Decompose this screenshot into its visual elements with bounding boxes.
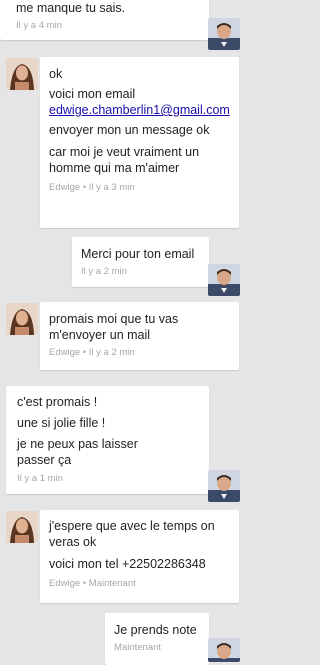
message-text: je ne peux pas laisser passer ça [17,437,138,467]
message-text: Je prends note [114,623,197,637]
message-bubble-sent: Je prends note Maintenant [105,613,209,665]
message-text: ok [49,67,63,81]
my-avatar [208,638,240,662]
message-text: Merci pour ton email [81,247,195,261]
message-meta: Maintenant [114,642,162,653]
edwige-avatar [6,303,38,335]
message-text: car moi je veut vraiment un homme qui ma… [49,145,200,175]
edwige-avatar [6,511,38,543]
message-text: c'est promais ! [17,395,98,409]
message-bubble-sent: c'est promais ! une si jolie fille ! je … [6,386,209,494]
my-avatar [208,18,240,50]
edwige-avatar [6,58,38,90]
message-meta: Il y a 1 min [17,473,63,484]
message-meta: Il y a 4 min [16,20,62,31]
message-text: j'espere que avec le temps on veras ok [49,519,215,549]
message-meta: Edwige • Maintenant [49,578,136,589]
message-bubble-received: ok voici mon email edwige.chamberlin1@gm… [40,57,239,228]
message-bubble-received: j'espere que avec le temps on veras ok v… [40,510,239,603]
message-bubble-sent: Merci pour ton email Il y a 2 min [72,237,209,287]
message-meta: Edwige • Il y a 3 min [49,182,135,193]
message-text: une si jolie fille ! [17,416,106,430]
message-meta: Il y a 2 min [81,266,127,277]
message-text: envoyer mon un message ok [49,123,210,137]
my-avatar [208,264,240,296]
message-bubble-sent: me manque tu sais. Il y a 4 min [0,0,209,40]
email-line: edwige.chamberlin1@gmail.com [49,102,230,118]
message-text: me manque tu sais. [16,1,126,15]
my-avatar [208,470,240,502]
email-link[interactable]: edwige.chamberlin1@gmail.com [49,103,230,117]
message-bubble-received: promais moi que tu vas m'envoyer un mail… [40,302,239,370]
message-text: promais moi que tu vas m'envoyer un mail [49,312,179,342]
message-meta: Edwige • Il y a 2 min [49,347,135,358]
message-text: voici mon email [49,87,136,101]
message-text: voici mon tel +22502286348 [49,557,206,571]
